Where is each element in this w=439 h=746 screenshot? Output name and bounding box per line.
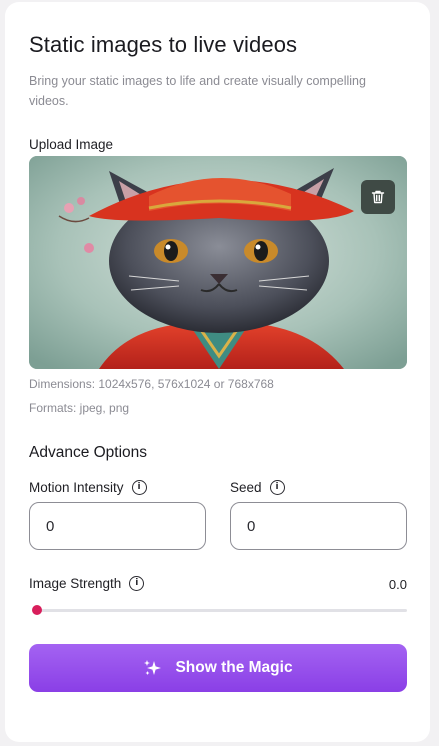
image-strength-label: Image Strength i	[29, 576, 145, 591]
page-title: Static images to live videos	[29, 32, 298, 57]
main-card	[5, 2, 430, 742]
cat-illustration	[29, 156, 407, 369]
info-icon[interactable]: i	[269, 480, 285, 495]
upload-image-label: Upload Image	[29, 137, 114, 152]
image-strength-label-text: Image Strength	[29, 576, 122, 591]
motion-intensity-label-text: Motion Intensity	[29, 480, 124, 495]
page-subtitle: Bring your static images to life and cre…	[29, 74, 366, 108]
seed-value: 0	[247, 517, 256, 535]
image-strength-value: 0.0	[388, 577, 407, 592]
seed-input[interactable]: 0	[230, 502, 407, 550]
show-magic-label: Show the Magic	[175, 659, 293, 676]
uploaded-image-preview	[29, 156, 407, 369]
info-icon[interactable]: i	[131, 480, 147, 495]
motion-intensity-label: Motion Intensity i	[29, 480, 147, 495]
info-icon[interactable]: i	[129, 576, 145, 591]
sparkles-icon	[144, 660, 162, 675]
dimensions-hint: Dimensions: 1024x576, 576x1024 or 768x76…	[29, 377, 274, 391]
delete-image-button[interactable]	[361, 180, 395, 214]
formats-hint: Formats: jpeg, png	[29, 401, 130, 415]
image-strength-slider-thumb[interactable]	[32, 605, 42, 615]
image-strength-slider-track[interactable]	[34, 609, 407, 612]
show-magic-button[interactable]: Show the Magic	[29, 644, 407, 692]
motion-intensity-value: 0	[46, 517, 55, 535]
trash-icon	[371, 190, 385, 204]
seed-label-text: Seed	[230, 480, 262, 495]
seed-label: Seed i	[230, 480, 285, 495]
advance-options-title: Advance Options	[29, 444, 148, 461]
motion-intensity-input[interactable]: 0	[29, 502, 206, 550]
